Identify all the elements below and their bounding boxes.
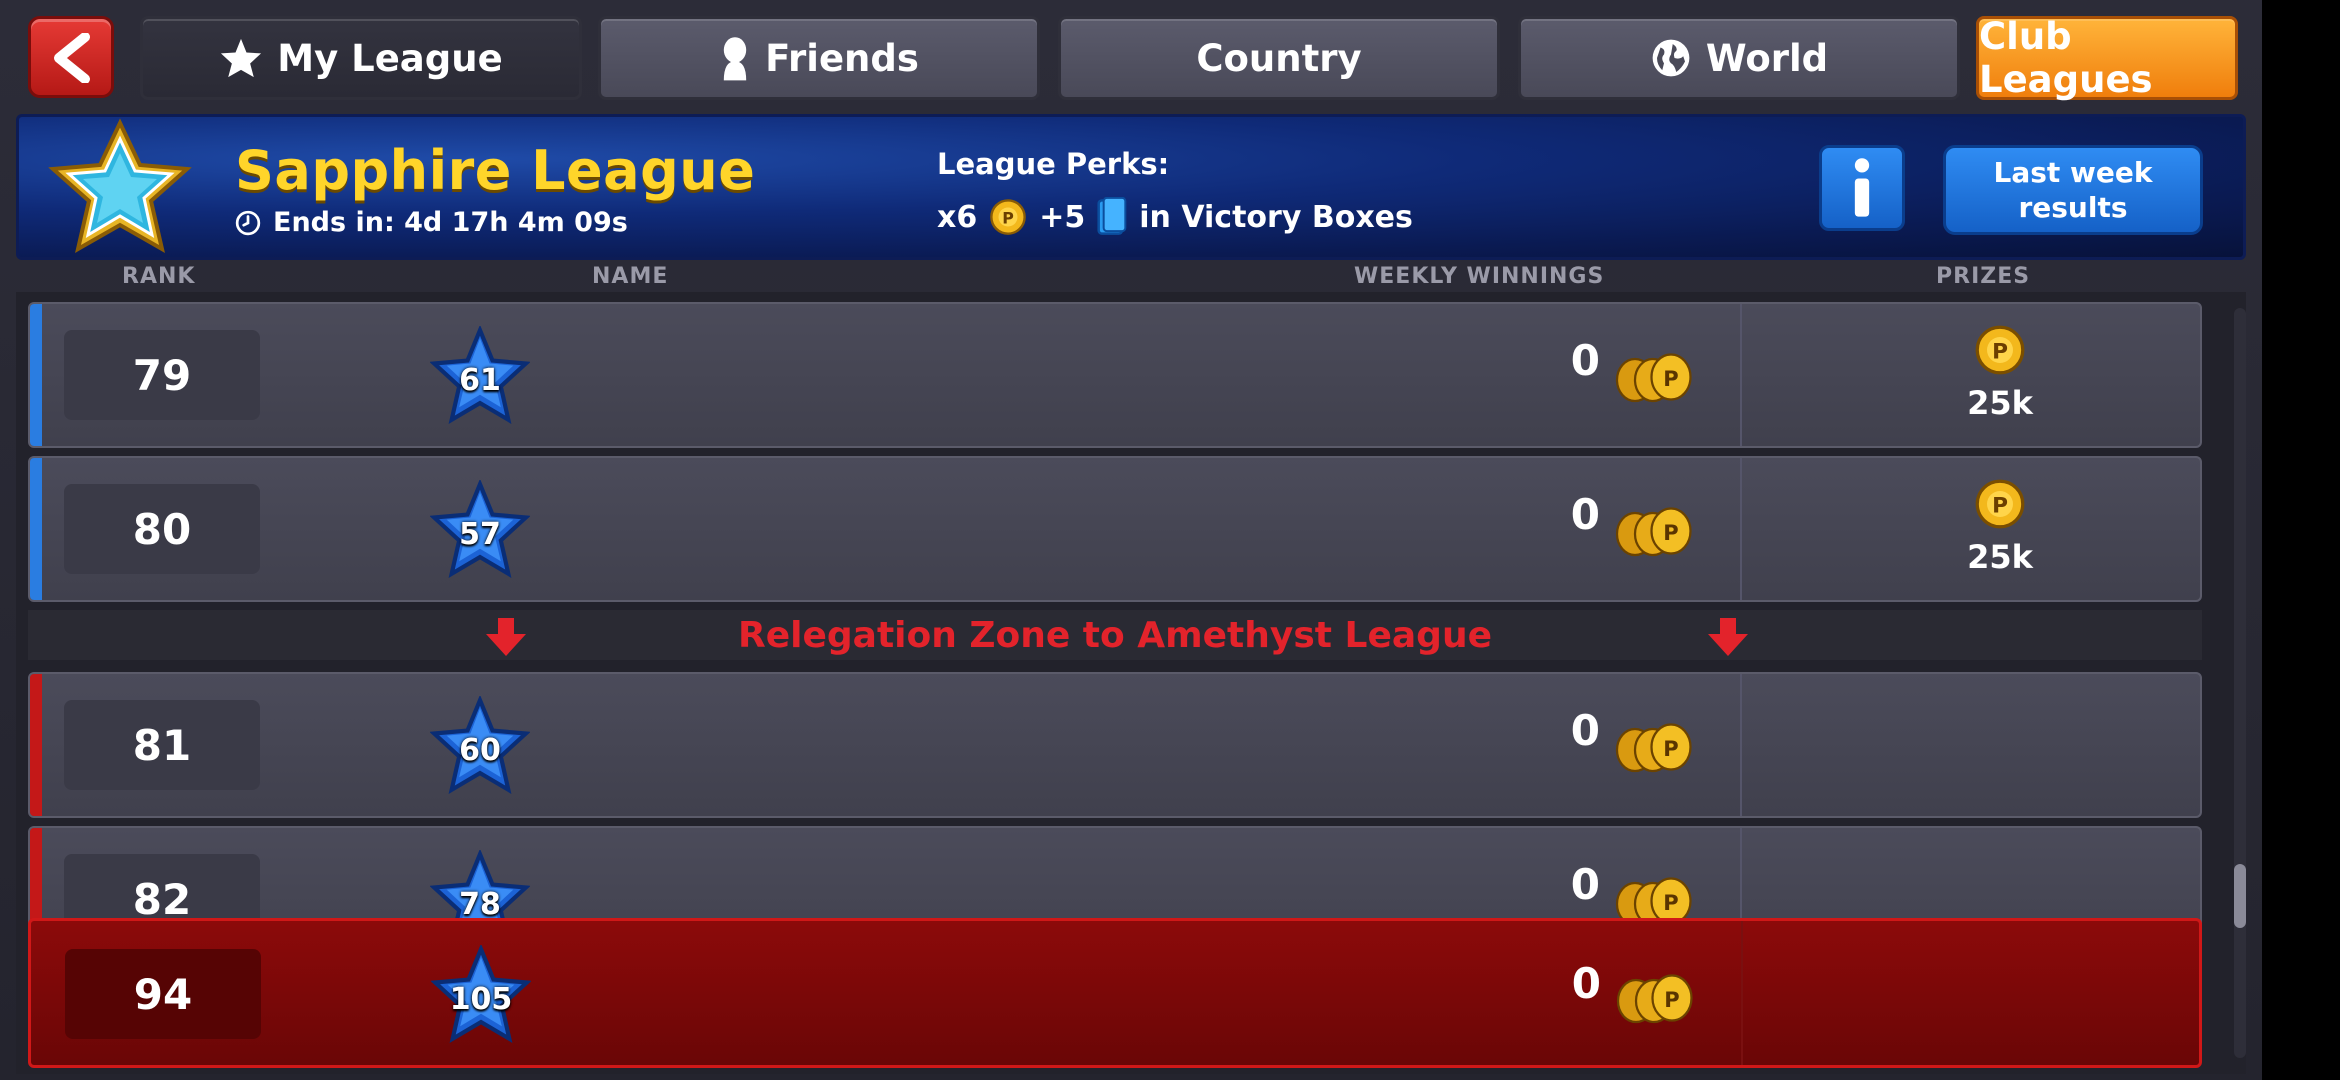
relegation-stripe	[30, 674, 42, 816]
perk-coins-multiplier: x6	[937, 199, 978, 235]
player-level: 57	[459, 516, 501, 552]
ends-in-text: Ends in: 4d 17h 4m 09s	[273, 207, 628, 238]
coin-stack-icon: P	[1615, 353, 1692, 403]
tab-world[interactable]: World	[1518, 16, 1960, 100]
column-divider	[1741, 921, 1743, 1065]
table-row[interactable]: 79 61 0 P P 25k	[28, 302, 2202, 448]
column-header-prizes: PRIZES	[1936, 264, 2031, 289]
tab-club-leagues[interactable]: Club Leagues	[1976, 15, 2238, 101]
sapphire-league-emblem-icon	[45, 117, 195, 265]
coin-stack-icon: P	[1615, 507, 1692, 557]
league-banner: Sapphire League Ends in: 4d 17h 4m 09s L…	[16, 114, 2246, 260]
promotion-stripe	[30, 304, 42, 446]
tab-friends[interactable]: Friends	[598, 16, 1040, 100]
column-divider	[1740, 304, 1742, 446]
weekly-winnings: 0	[1570, 860, 1600, 909]
current-player-row[interactable]: 94 105 0 P	[28, 918, 2202, 1068]
svg-text:P: P	[1992, 340, 2008, 365]
weekly-winnings: 0	[1571, 959, 1601, 1008]
pool-coin-icon: P	[990, 199, 1027, 235]
coin-stack-icon: P	[1615, 723, 1692, 773]
screen-edge	[2262, 0, 2340, 1080]
league-timer: Ends in: 4d 17h 4m 09s	[235, 207, 628, 238]
relegation-zone-banner: Relegation Zone to Amethyst League	[28, 610, 2202, 660]
tab-club-leagues-label: Club Leagues	[1979, 15, 2153, 101]
info-button[interactable]	[1819, 145, 1905, 231]
last-week-label-line2: results	[2018, 191, 2128, 224]
rank-cell: 80	[64, 484, 260, 574]
tab-country-label: Country	[1196, 36, 1362, 80]
scrollbar-track[interactable]	[2234, 308, 2246, 1058]
star-icon	[219, 37, 263, 79]
perks-row: x6 P +5 in Victory Boxes	[937, 197, 1413, 237]
weekly-winnings: 0	[1570, 336, 1600, 385]
card-icon	[1097, 197, 1127, 235]
perks-title: League Perks:	[937, 147, 1170, 181]
prize-cell: P 25k	[1940, 478, 2060, 576]
leaderboard-list[interactable]: 79 61 0 P P 25k 80 57 0 P P 25k Relegati…	[16, 292, 2246, 1074]
scrollbar-thumb[interactable]	[2234, 864, 2246, 928]
weekly-winnings: 0	[1570, 490, 1600, 539]
tab-country[interactable]: Country	[1058, 16, 1500, 100]
tab-my-league[interactable]: My League	[140, 16, 582, 100]
game-screen: My League Friends Country World Club Lea…	[0, 0, 2262, 1080]
prize-amount: 25k	[1967, 538, 2033, 576]
down-arrow-icon	[1708, 618, 1748, 656]
table-row[interactable]: 80 57 0 P P 25k	[28, 456, 2202, 602]
league-title: Sapphire League	[235, 139, 756, 202]
globe-icon	[1650, 37, 1692, 79]
info-icon	[1854, 158, 1870, 217]
rank-cell: 94	[65, 949, 261, 1039]
player-level: 105	[449, 981, 513, 1017]
table-row[interactable]: 81 60 0 P	[28, 672, 2202, 818]
svg-text:P: P	[1663, 737, 1678, 761]
tab-world-label: World	[1705, 36, 1829, 80]
tab-my-league-label: My League	[277, 36, 503, 80]
prize-cell: P 25k	[1940, 324, 2060, 422]
pool-coin-icon: P	[1975, 479, 2025, 529]
column-header-name: NAME	[592, 264, 669, 289]
promotion-stripe	[30, 458, 42, 600]
pool-coin-icon: P	[1975, 325, 2025, 375]
weekly-winnings: 0	[1570, 706, 1600, 755]
svg-text:P: P	[1663, 367, 1678, 391]
svg-text:P: P	[1664, 988, 1679, 1012]
player-level: 61	[459, 362, 501, 398]
tab-friends-label: Friends	[765, 36, 919, 80]
coin-stack-icon: P	[1616, 974, 1693, 1024]
back-arrow-icon	[54, 33, 90, 83]
last-week-label-line1: Last week	[1993, 156, 2153, 189]
player-level: 60	[459, 732, 501, 768]
column-divider	[1740, 458, 1742, 600]
column-divider	[1740, 674, 1742, 816]
rank-cell: 79	[64, 330, 260, 420]
last-week-results-button[interactable]: Last week results	[1943, 145, 2203, 235]
column-header-winnings: WEEKLY WINNINGS	[1354, 264, 1605, 289]
prize-amount: 25k	[1967, 384, 2033, 422]
person-silhouette-icon	[719, 35, 751, 81]
clock-icon	[235, 210, 261, 235]
perk-suffix: in Victory Boxes	[1139, 199, 1413, 235]
svg-text:P: P	[1992, 494, 2008, 519]
svg-text:P: P	[1002, 208, 1014, 227]
column-header-rank: RANK	[122, 264, 196, 289]
down-arrow-icon	[486, 618, 526, 656]
svg-text:P: P	[1663, 521, 1678, 545]
svg-text:P: P	[1663, 891, 1678, 915]
rank-cell: 81	[64, 700, 260, 790]
back-button[interactable]	[28, 16, 114, 98]
relegation-zone-text: Relegation Zone to Amethyst League	[737, 614, 1492, 656]
perk-cards-bonus: +5	[1039, 199, 1086, 235]
